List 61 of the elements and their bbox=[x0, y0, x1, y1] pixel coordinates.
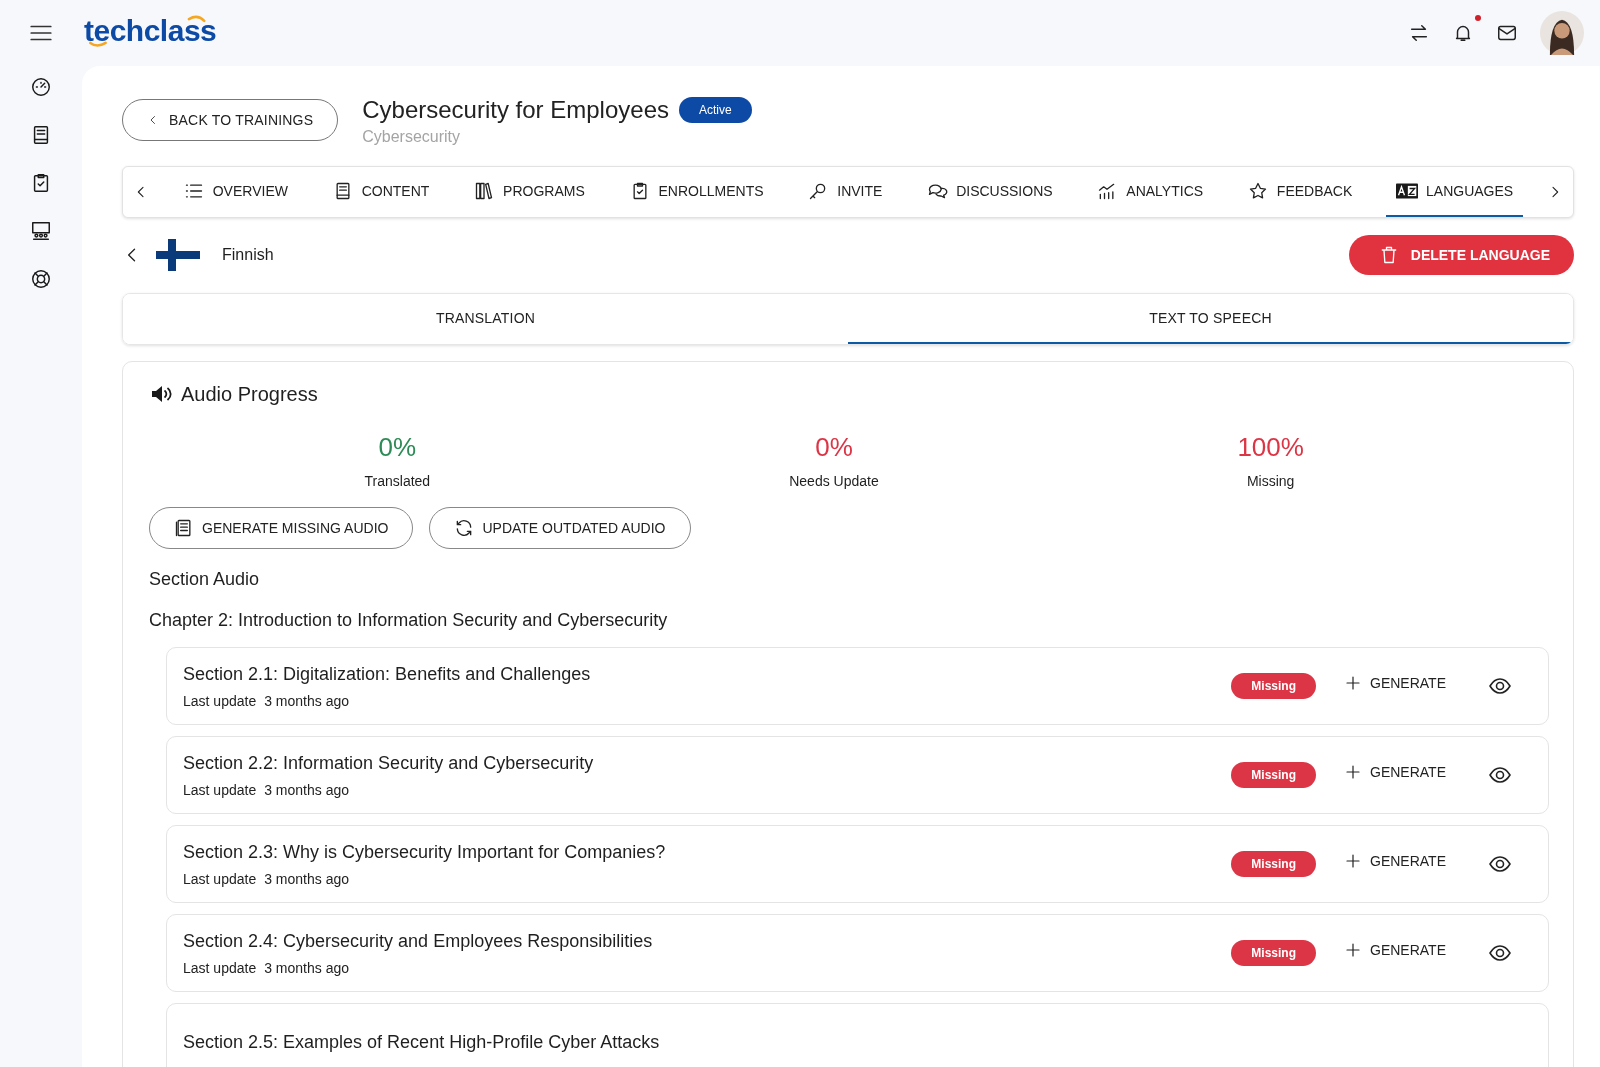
status-badge: Missing bbox=[1231, 851, 1316, 877]
tab[interactable]: OVERVIEW bbox=[172, 167, 298, 217]
status-badge: Missing bbox=[1231, 940, 1316, 966]
tab[interactable]: ENROLLMENTS bbox=[618, 167, 774, 217]
tab[interactable]: INVITE bbox=[797, 167, 893, 217]
section-title: Section 2.4: Cybersecurity and Employees Responsibilities bbox=[183, 930, 653, 952]
tab[interactable]: CONTENT bbox=[321, 167, 440, 217]
dashboard-icon[interactable] bbox=[30, 76, 52, 98]
generate-button[interactable]: GENERATE bbox=[1336, 674, 1454, 692]
generate-button[interactable]: GENERATE bbox=[1336, 941, 1454, 959]
delete-language-button[interactable]: DELETE LANGUAGE bbox=[1348, 235, 1574, 275]
plus-icon bbox=[1344, 763, 1362, 781]
logo[interactable]: techclass bbox=[84, 14, 217, 48]
tab[interactable]: DISCUSSIONS bbox=[916, 167, 1063, 217]
last-update-label: Last update bbox=[183, 781, 257, 798]
language-name: Finnish bbox=[222, 246, 274, 264]
last-update-value: 3 months ago bbox=[264, 959, 349, 976]
audio-button[interactable]: UPDATE OUTDATED AUDIO bbox=[429, 507, 691, 549]
tab[interactable]: FEEDBACK bbox=[1236, 167, 1363, 217]
support-icon[interactable] bbox=[30, 268, 52, 290]
audio-button[interactable]: GENERATE MISSING AUDIO bbox=[149, 507, 414, 549]
generate-button[interactable]: GENERATE bbox=[1336, 852, 1454, 870]
section-heading: Audio Progress bbox=[181, 382, 318, 406]
plus-icon bbox=[1344, 674, 1362, 692]
stat-label: Translated bbox=[364, 473, 431, 489]
section-title: Section 2.1: Digitalization: Benefits and Challenges bbox=[183, 663, 591, 685]
section-title: Section 2.3: Why is Cybersecurity Important for Companies? bbox=[183, 841, 666, 863]
section-title: Section 2.2: Information Security and Cybersecurity bbox=[183, 752, 594, 774]
plus-icon bbox=[1344, 852, 1362, 870]
last-update-value: 3 months ago bbox=[264, 692, 349, 709]
stat-value: 0% bbox=[815, 432, 853, 463]
stat-value: 0% bbox=[378, 432, 417, 463]
last-update-label: Last update bbox=[183, 870, 257, 887]
tab[interactable]: TRANSLATION bbox=[123, 294, 848, 344]
back-button[interactable]: BACK TO TRAININGS bbox=[122, 99, 339, 141]
tab[interactable]: TEXT TO SPEECH bbox=[848, 294, 1573, 344]
swap-icon[interactable] bbox=[1408, 22, 1430, 44]
section-heading: Section Audio bbox=[149, 569, 261, 590]
plus-icon bbox=[1344, 941, 1362, 959]
section-title: Section 2.5: Examples of Recent High-Profile Cyber Attacks bbox=[183, 1031, 660, 1053]
classroom-icon[interactable] bbox=[30, 220, 52, 242]
stat-label: Missing bbox=[1246, 473, 1295, 489]
last-update-label: Last update bbox=[183, 959, 257, 976]
last-update-value: 3 months ago bbox=[264, 781, 349, 798]
tab[interactable]: ANALYTICS bbox=[1086, 167, 1214, 217]
status-badge: Active bbox=[679, 97, 752, 123]
status-badge: Missing bbox=[1231, 673, 1316, 699]
stat-value: 100% bbox=[1237, 432, 1304, 463]
training-title: Cybersecurity for Employees bbox=[362, 96, 669, 124]
chapter-title: Chapter 2: Introduction to Information Security and Cybersecurity bbox=[149, 610, 669, 631]
status-badge: Missing bbox=[1231, 762, 1316, 788]
last-update-label: Last update bbox=[183, 692, 257, 709]
last-update-value: 3 months ago bbox=[264, 870, 349, 887]
flag-icon bbox=[156, 239, 200, 271]
generate-button[interactable]: GENERATE bbox=[1336, 763, 1454, 781]
stat-label: Needs Update bbox=[789, 473, 879, 489]
document-icon bbox=[174, 518, 194, 538]
tab[interactable]: LANGUAGES bbox=[1386, 167, 1524, 217]
training-category: Cybersecurity bbox=[362, 128, 462, 146]
translate-icon bbox=[1396, 181, 1419, 201]
tab[interactable]: PROGRAMS bbox=[463, 167, 595, 217]
